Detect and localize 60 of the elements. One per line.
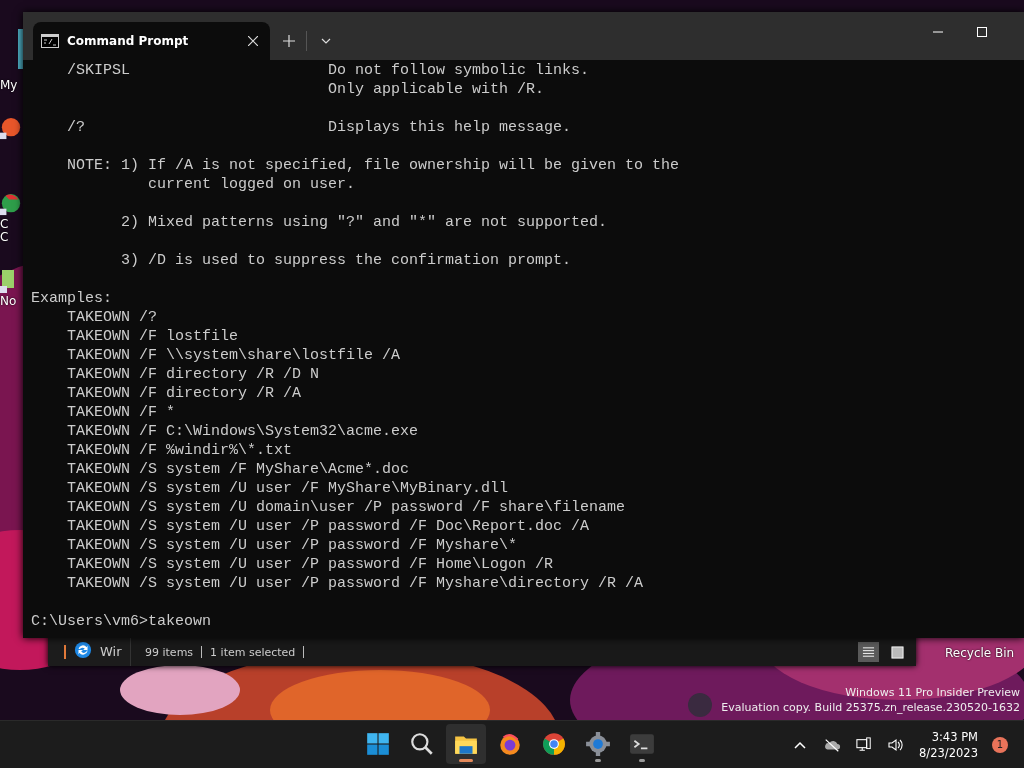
console-line: 3) /D is used to suppress the confirmation prompt. xyxy=(120,251,573,270)
browser-icon xyxy=(541,731,567,757)
status-text: 1 item selected xyxy=(210,645,296,659)
status-text: 99 items xyxy=(145,645,194,659)
desktop-icon-label[interactable]: Recycle Bin xyxy=(945,646,1015,660)
search-icon xyxy=(409,731,435,757)
details-view-button[interactable] xyxy=(858,642,879,662)
console-line: TAKEOWN /S system /U user /P password /F Doc\Report.doc /A xyxy=(66,517,591,536)
console-line: TAKEOWN /F directory /R /D N xyxy=(66,365,321,384)
console-line: current logged on user. xyxy=(147,175,357,194)
console-line: 2) Mixed patterns using "?" and "*" are not supported. xyxy=(120,213,609,232)
browser-icon xyxy=(497,731,523,757)
console-line: /? Displays this help message. xyxy=(66,118,573,137)
windows-logo-icon xyxy=(365,731,391,757)
console-line: TAKEOWN /F %windir%\*.txt xyxy=(66,441,294,460)
watermark-text: Windows 11 Pro Insider Preview xyxy=(845,685,1020,700)
console-line: TAKEOWN /F C:\Windows\System32\acme.exe xyxy=(66,422,420,441)
clock-time[interactable]: 3:43 PM xyxy=(931,728,978,745)
app-icon xyxy=(0,118,22,140)
console-line: Examples: xyxy=(31,289,113,308)
console-line: Only applicable with /R. xyxy=(327,80,546,99)
cloud-off-icon[interactable] xyxy=(823,736,842,753)
notification-badge[interactable]: 1 xyxy=(992,736,1008,753)
maximize-icon xyxy=(977,27,987,37)
tab-title: Command Prompt xyxy=(67,34,190,48)
console-line: TAKEOWN /S system /U user /P password /F Home\Logon /R xyxy=(66,555,555,574)
desktop-icon-label[interactable]: My xyxy=(0,79,18,92)
watermark-text: Evaluation copy. Build 25375.zn_release.230520-1632 xyxy=(721,700,1020,715)
desktop-icon-label[interactable]: No xyxy=(0,295,17,308)
console-line: TAKEOWN /S system /U user /P password /F Myshare\* xyxy=(66,536,519,555)
terminal-icon xyxy=(629,731,655,757)
volume-icon[interactable] xyxy=(887,736,906,753)
close-icon xyxy=(248,36,258,46)
console-line: TAKEOWN /S system /U domain\user /P password /F share\filename xyxy=(66,498,627,517)
list-icon xyxy=(862,645,875,659)
nav-item[interactable]: Wir xyxy=(100,644,122,659)
app-icon xyxy=(0,194,22,216)
console-line: TAKEOWN /F * xyxy=(66,403,177,422)
console-line: NOTE: 1) If /A is not specified, file ownership will be given to the xyxy=(66,156,681,175)
terminal-icon xyxy=(41,34,59,48)
console-line: TAKEOWN /? xyxy=(66,308,159,327)
plus-icon xyxy=(282,34,296,48)
console-line: TAKEOWN /F lostfile xyxy=(66,327,240,346)
network-icon[interactable] xyxy=(855,736,874,753)
square-icon xyxy=(891,645,904,659)
sync-icon xyxy=(74,641,92,659)
console-line: TAKEOWN /F directory /R /A xyxy=(66,384,303,403)
taskbar-button[interactable] xyxy=(446,724,486,764)
notepad-icon xyxy=(0,270,14,293)
gear-icon xyxy=(585,731,611,757)
tab[interactable]: Command Prompt xyxy=(33,22,270,60)
console-line: C:\Users\vm6>takeown xyxy=(31,612,213,631)
chevron-down-icon xyxy=(321,36,331,46)
console-line: TAKEOWN /S system /U user /P password /F Myshare\directory /R /A xyxy=(66,574,645,593)
console-line: TAKEOWN /S system /U user /F MyShare\MyBinary.dll xyxy=(66,479,510,498)
desktop-icon-label[interactable]: C C xyxy=(0,218,10,244)
console-line: TAKEOWN /F \\system\share\lostfile /A xyxy=(66,346,402,365)
console-line: /SKIPSL Do not follow symbolic links. xyxy=(66,61,591,80)
console-line: TAKEOWN /S system /F MyShare\Acme*.doc xyxy=(66,460,411,479)
clock-date[interactable]: 8/23/2023 xyxy=(919,744,978,761)
